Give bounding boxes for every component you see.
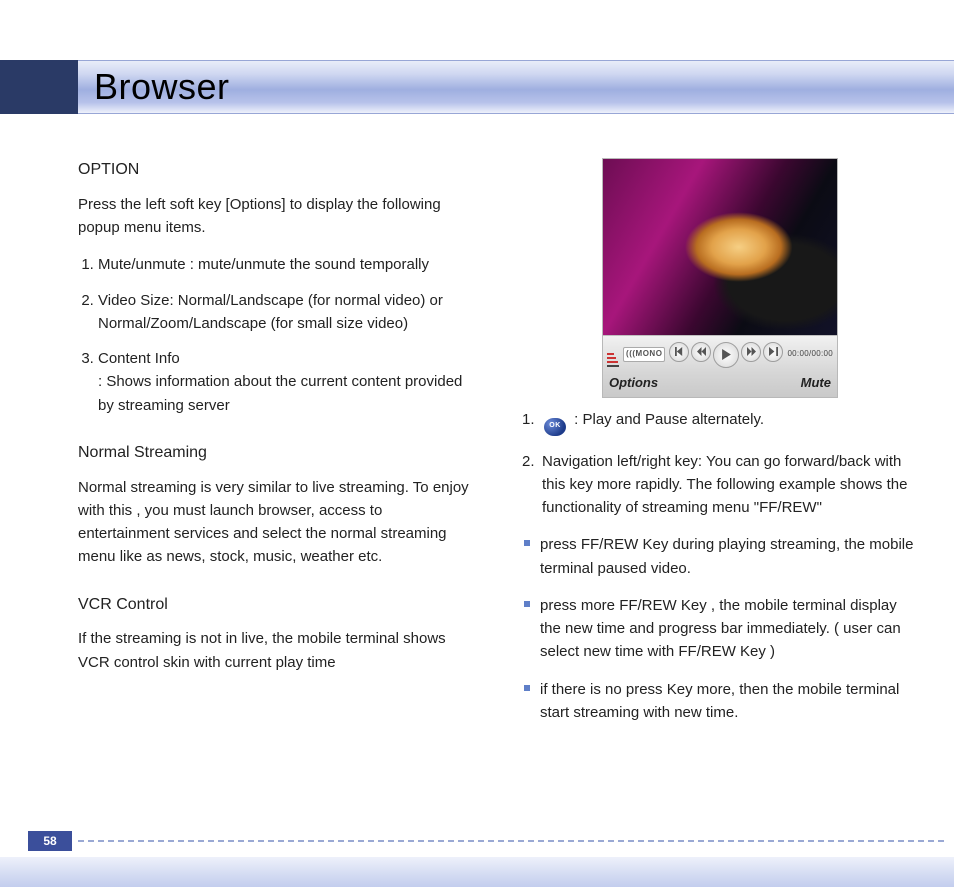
mono-indicator: (((MONO: [623, 347, 665, 361]
left-column: OPTION Press the left soft key [Options]…: [78, 158, 474, 807]
footer-gradient: [0, 857, 954, 887]
right-item-2-text: Navigation left/right key: You can go fo…: [542, 453, 907, 517]
option-item-3-title: Content Info: [98, 350, 180, 367]
right-bullet-list: press FF/REW Key during playing streamin…: [522, 533, 918, 724]
num-1: 1.: [522, 408, 535, 431]
footer: 58: [0, 831, 954, 857]
option-list: Mute/unmute : mute/unmute the sound temp…: [78, 253, 474, 417]
vcr-control-text: If the streaming is not in live, the mob…: [78, 627, 474, 674]
right-bullet-3: if there is no press Key more, then the …: [522, 678, 918, 725]
right-item-1: 1. OK : Play and Pause alternately.: [522, 408, 918, 435]
page-number: 58: [28, 831, 72, 851]
right-bullet-1: press FF/REW Key during playing streamin…: [522, 533, 918, 580]
transport-controls: [669, 342, 783, 368]
option-item-3-desc: : Shows information about the current co…: [98, 370, 474, 417]
page-title: Browser: [78, 66, 230, 108]
option-intro: Press the left soft key [Options] to dis…: [78, 193, 474, 240]
play-icon: [713, 342, 739, 368]
softkey-right: Mute: [801, 373, 831, 393]
option-item-3: Content Info : Shows information about t…: [98, 347, 474, 417]
player-photo: [603, 159, 837, 335]
normal-streaming-text: Normal streaming is very similar to live…: [78, 476, 474, 569]
right-item-2: 2. Navigation left/right key: You can go…: [522, 450, 918, 520]
softkey-row: Options Mute: [603, 373, 837, 397]
next-icon: [763, 342, 783, 362]
option-heading: OPTION: [78, 158, 474, 183]
num-2: 2.: [522, 450, 535, 473]
ff-icon: [741, 342, 761, 362]
player-controls-bar: (((MONO 00:00/00:00: [603, 335, 837, 373]
volume-icon: [607, 343, 619, 367]
right-column: (((MONO 00:00/00:00 Options Mute 1. OK :…: [522, 158, 918, 807]
vcr-control-heading: VCR Control: [78, 593, 474, 618]
right-numbered-list: 1. OK : Play and Pause alternately. 2. N…: [522, 408, 918, 519]
normal-streaming-heading: Normal Streaming: [78, 441, 474, 466]
right-bullet-2: press more FF/REW Key , the mobile termi…: [522, 594, 918, 664]
time-counter: 00:00/00:00: [787, 348, 833, 360]
header-band: Browser: [0, 60, 954, 114]
footer-dash-line: [78, 840, 944, 842]
option-item-2: Video Size: Normal/Landscape (for normal…: [98, 289, 474, 336]
player-screenshot: (((MONO 00:00/00:00 Options Mute: [602, 158, 838, 398]
ok-key-icon: OK: [544, 418, 566, 436]
rew-icon: [691, 342, 711, 362]
right-item-1-text: : Play and Pause alternately.: [570, 411, 764, 428]
prev-icon: [669, 342, 689, 362]
content-area: OPTION Press the left soft key [Options]…: [78, 158, 918, 807]
header-gradient: Browser: [78, 60, 954, 114]
option-item-1: Mute/unmute : mute/unmute the sound temp…: [98, 253, 474, 276]
header-accent: [0, 60, 78, 114]
softkey-left: Options: [609, 373, 658, 393]
